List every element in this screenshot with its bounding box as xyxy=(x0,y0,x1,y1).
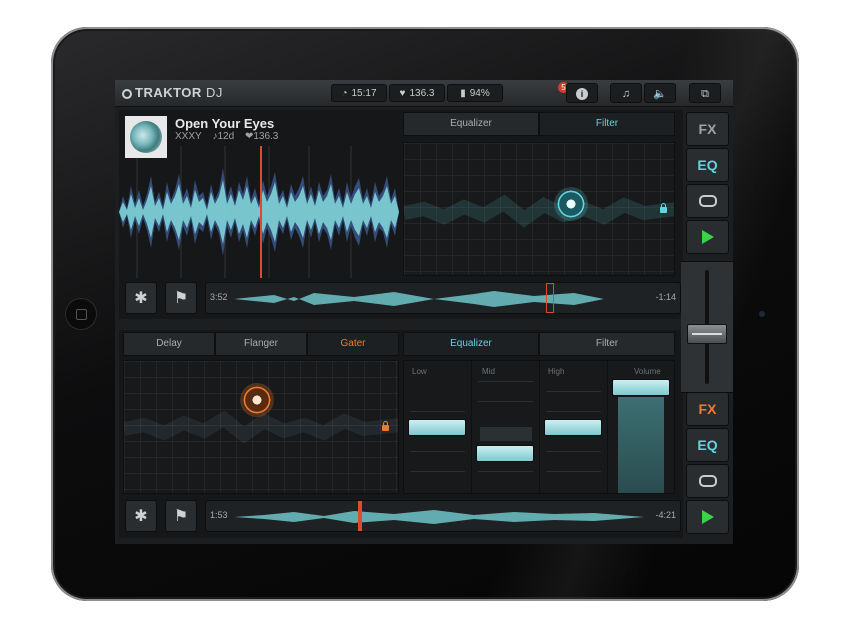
lock-icon[interactable] xyxy=(660,203,667,213)
deck-a-fx-button[interactable]: FX xyxy=(686,112,729,146)
music-note-icon: ♫ xyxy=(621,88,631,100)
tab-equalizer[interactable]: Equalizer xyxy=(403,112,539,136)
speaker-icon: 🔈 xyxy=(653,88,667,100)
eq-band-mid: Mid xyxy=(472,361,540,493)
tab-delay[interactable]: Delay xyxy=(123,332,215,356)
tab-gater[interactable]: Gater xyxy=(307,332,399,356)
deck-b-position-marker xyxy=(358,501,362,531)
deck-b-cue-flag-button[interactable]: ⚑ xyxy=(165,500,197,532)
browser-button[interactable]: ♫ xyxy=(610,83,642,103)
tab-filter[interactable]: Filter xyxy=(539,332,675,356)
clock-icon: ◔ xyxy=(341,88,348,99)
fx-xy-pad[interactable] xyxy=(123,360,399,494)
eq-low-fader[interactable] xyxy=(408,419,466,436)
tab-flanger[interactable]: Flanger xyxy=(215,332,307,356)
eq-band-high: High xyxy=(540,361,608,493)
info-icon: i xyxy=(576,88,588,100)
tab-equalizer[interactable]: Equalizer xyxy=(403,332,539,356)
eq-band-low: Low xyxy=(404,361,472,493)
deck-a-overview-strip[interactable]: 3:52 -1:14 xyxy=(205,282,681,314)
eq-label-mid: Mid xyxy=(482,367,495,376)
deck-b-elapsed: 1:53 xyxy=(210,510,228,520)
deck-a-play-button[interactable] xyxy=(686,220,729,254)
logo-ring-icon xyxy=(122,89,132,99)
settings-icon: ✱ xyxy=(134,508,148,525)
clock-time: 15:17 xyxy=(351,88,377,99)
volume-level-bar xyxy=(618,397,664,493)
home-button[interactable] xyxy=(65,298,97,330)
deck-a-controls: ✱ ⚑ 3:52 -1:14 xyxy=(123,282,681,316)
lock-icon[interactable] xyxy=(382,421,389,431)
deck-b-eq-button[interactable]: EQ xyxy=(686,428,729,462)
deck-a-position-marker xyxy=(546,283,554,313)
flag-icon: ⚑ xyxy=(173,508,189,525)
clock-display: ◔ 15:17 xyxy=(331,84,387,102)
home-icon xyxy=(76,309,87,320)
flag-icon: ⚑ xyxy=(173,290,189,307)
track-bpm: ❤136.3 xyxy=(244,131,279,142)
play-icon xyxy=(701,230,714,244)
eq-label-low: Low xyxy=(412,367,427,376)
crossfader[interactable] xyxy=(681,261,733,393)
track-title: Open Your Eyes xyxy=(175,116,275,131)
heart-icon: ♥ xyxy=(399,88,406,99)
deck-b-controls: ✱ ⚑ 1:53 -4:21 xyxy=(123,500,681,534)
master-tempo-display[interactable]: ♥ 136.3 xyxy=(389,84,445,102)
settings-icon: ✱ xyxy=(134,290,148,307)
eq-label-volume: Volume xyxy=(634,367,661,376)
deck-b-overview-strip[interactable]: 1:53 -4:21 xyxy=(205,500,681,532)
deck-a-loop-button[interactable] xyxy=(686,184,729,218)
logo-brand: TRAKTOR xyxy=(135,85,202,100)
deck-b: Delay Flanger Gater Equalizer Filter Low… xyxy=(119,330,683,538)
info-button[interactable]: i xyxy=(566,83,598,103)
deck-a-cue-flag-button[interactable]: ⚑ xyxy=(165,282,197,314)
app-screen: TRAKTOR DJ ◔ 15:17 ♥ 136.3 ▮ 94% 5 i ♫ 🔈 ⧉ … xyxy=(115,80,733,544)
top-bar: TRAKTOR DJ ◔ 15:17 ♥ 136.3 ▮ 94% 5 i ♫ 🔈 ⧉ xyxy=(115,80,733,107)
deck-a-eq-button[interactable]: EQ xyxy=(686,148,729,182)
battery-display: ▮ 94% xyxy=(447,84,503,102)
deck-b-remaining: -4:21 xyxy=(655,510,676,520)
deck-a: Open Your Eyes XXXY ♪12d ❤136.3 Equalize… xyxy=(119,110,683,319)
deck-a-elapsed: 3:52 xyxy=(210,292,228,302)
app-logo: TRAKTOR DJ xyxy=(122,85,223,100)
logo-product: DJ xyxy=(205,85,223,100)
filter-xy-pad[interactable] xyxy=(403,142,675,276)
deck-a-waveform[interactable] xyxy=(119,146,399,278)
battery-level: 94% xyxy=(469,88,490,99)
battery-icon: ▮ xyxy=(460,88,466,99)
deck-a-settings-button[interactable]: ✱ xyxy=(125,282,157,314)
deck-b-play-button[interactable] xyxy=(686,500,729,534)
loop-icon xyxy=(698,475,717,487)
track-meta: XXXY ♪12d ❤136.3 xyxy=(175,131,286,142)
master-bpm: 136.3 xyxy=(409,88,435,99)
deck-a-remaining: -1:14 xyxy=(655,292,676,302)
deck-b-loop-button[interactable] xyxy=(686,464,729,498)
layout-icon: ⧉ xyxy=(701,88,709,100)
crossfader-handle[interactable] xyxy=(687,324,727,344)
deck-b-eq-tabs: Equalizer Filter xyxy=(403,332,675,356)
deck-b-settings-button[interactable]: ✱ xyxy=(125,500,157,532)
tab-filter[interactable]: Filter xyxy=(539,112,675,136)
equalizer-panel: Low Mid High Volume xyxy=(403,360,675,494)
deck-a-playhead xyxy=(260,146,262,278)
layout-button[interactable]: ⧉ xyxy=(689,83,721,103)
front-camera xyxy=(759,311,765,317)
eq-volume-fader[interactable] xyxy=(612,379,670,396)
track-artist: XXXY xyxy=(175,131,202,142)
deck-a-fx-tabs: Equalizer Filter xyxy=(403,112,675,136)
filter-knob[interactable] xyxy=(554,187,588,221)
eq-band-volume: Volume xyxy=(608,361,674,493)
eq-mid-fader[interactable] xyxy=(476,445,534,462)
deck-b-fx-button[interactable]: FX xyxy=(686,392,729,426)
track-key: ♪12d xyxy=(212,131,235,142)
loop-icon xyxy=(698,195,717,207)
deck-b-fx-tabs: Delay Flanger Gater xyxy=(123,332,399,356)
eq-high-fader[interactable] xyxy=(544,419,602,436)
gater-knob[interactable] xyxy=(240,383,274,417)
eq-label-high: High xyxy=(548,367,565,376)
play-icon xyxy=(701,510,714,524)
audio-settings-button[interactable]: 🔈 xyxy=(644,83,676,103)
